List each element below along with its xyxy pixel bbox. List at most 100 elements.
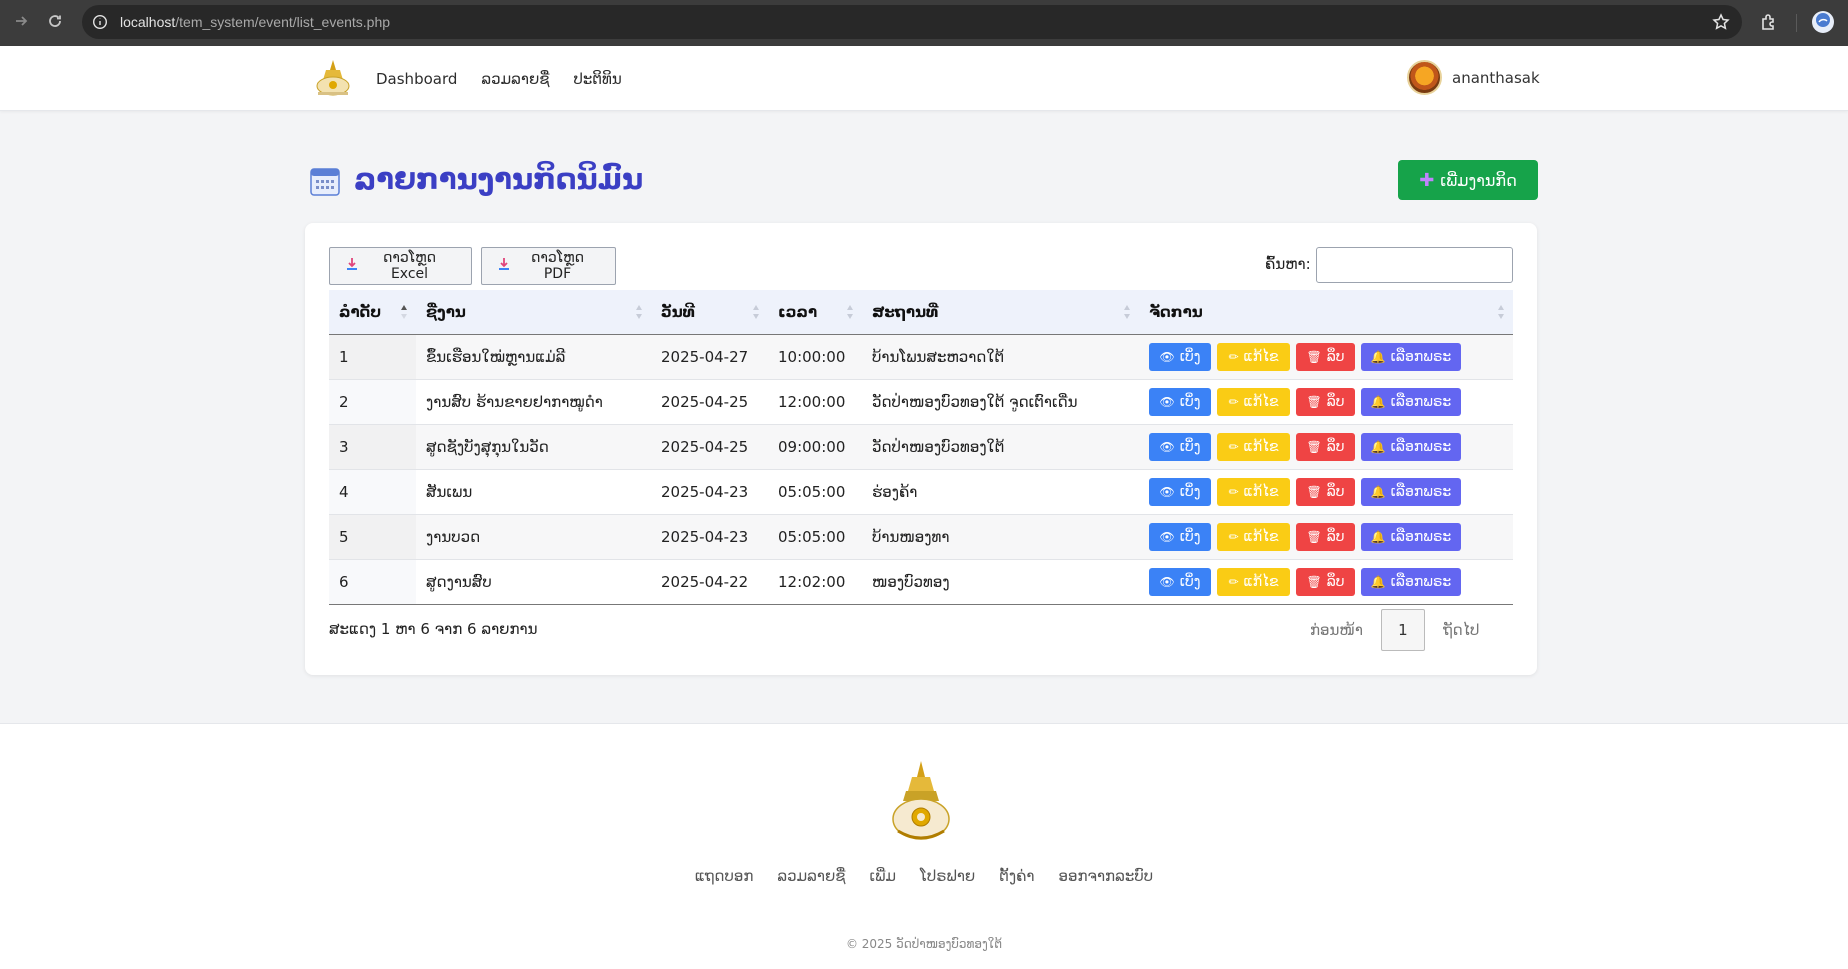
column-header-place[interactable]: ສະຖານທີ່ (862, 290, 1139, 335)
export-pdf-label: ດາວໂຫຼດ PDF (530, 250, 585, 282)
edit-button-label: ແກ້ໄຂ (1243, 393, 1279, 410)
cell-no: 4 (329, 469, 416, 514)
eye-icon: 👁 (1159, 529, 1175, 544)
footer-link-profile[interactable]: ໂປຣຟາຍ (920, 867, 975, 885)
cell-actions: 👁 ເບິ່ງ ✏ ແກ້ໄຂ 🗑 ລຶບ 🔔 ເລືອກພຣະ (1139, 424, 1513, 469)
edit-button[interactable]: ✏ ແກ້ໄຂ (1217, 432, 1290, 461)
select-monk-button[interactable]: 🔔 ເລືອກພຣະ (1361, 477, 1461, 506)
view-button-label: ເບິ່ງ (1179, 393, 1201, 410)
reload-button[interactable] (42, 10, 68, 36)
main-menu: Dashboard ລວມລາຍຊື່ ປະຕິທິນ (376, 46, 622, 111)
cell-actions: 👁 ເບິ່ງ ✏ ແກ້ໄຂ 🗑 ລຶບ 🔔 ເລືອກພຣະ (1139, 469, 1513, 514)
table-row: 4 ສັນເພນ 2025-04-23 05:05:00 ຮ່ອງຄ້າ 👁 ເບິ່ງ ✏ ແ… (329, 469, 1513, 514)
column-header-name[interactable]: ຊື່ງານ (416, 290, 651, 335)
sort-icon (753, 305, 759, 319)
bell-icon: 🔔 (1370, 574, 1386, 589)
footer-link-logout[interactable]: ອອກຈາກລະບົບ (1059, 867, 1154, 885)
select-monk-button-label: ເລືອກພຣະ (1390, 573, 1452, 590)
toolbar-divider (1796, 14, 1797, 32)
delete-button[interactable]: 🗑 ລຶບ (1296, 432, 1355, 461)
site-info-icon[interactable] (92, 14, 108, 30)
delete-button[interactable]: 🗑 ລຶບ (1296, 387, 1355, 416)
edit-button[interactable]: ✏ ແກ້ໄຂ (1217, 477, 1290, 506)
select-monk-button-label: ເລືອກພຣະ (1390, 483, 1452, 500)
footer-link-settings[interactable]: ຕັ້ງຄ່າ (999, 867, 1034, 885)
bell-icon: 🔔 (1370, 529, 1386, 544)
select-monk-button[interactable]: 🔔 ເລືອກພຣະ (1361, 522, 1461, 551)
cell-actions: 👁 ເບິ່ງ ✏ ແກ້ໄຂ 🗑 ລຶບ 🔔 ເລືອກພຣະ (1139, 334, 1513, 379)
column-header-actions[interactable]: ຈັດການ (1139, 290, 1513, 335)
edit-button[interactable]: ✏ ແກ້ໄຂ (1217, 567, 1290, 596)
sort-asc-icon (401, 305, 407, 319)
select-monk-button-label: ເລືອກພຣະ (1390, 528, 1452, 545)
view-button[interactable]: 👁 ເບິ່ງ (1149, 432, 1211, 461)
row-actions: 👁 ເບິ່ງ ✏ ແກ້ໄຂ 🗑 ລຶບ 🔔 ເລືອກພຣະ (1149, 522, 1503, 551)
pagination-current-page[interactable]: 1 (1380, 609, 1425, 651)
username: ananthasak (1452, 68, 1540, 87)
footer-link-dashboard[interactable]: ແຖດບອກ (695, 867, 754, 885)
user-menu[interactable]: ananthasak (1407, 60, 1540, 95)
nav-calendar[interactable]: ປະຕິທິນ (574, 70, 622, 88)
pagination-next[interactable]: ຖັດໄປ (1443, 621, 1479, 639)
cell-name: ງານບວດ (426, 527, 481, 546)
select-monk-button[interactable]: 🔔 ເລືອກພຣະ (1361, 387, 1461, 416)
pencil-icon: ✏ (1228, 394, 1239, 409)
edit-button-label: ແກ້ໄຂ (1243, 348, 1279, 365)
column-header-label: ເວລາ (778, 302, 818, 321)
profile-avatar[interactable] (1812, 11, 1834, 33)
temple-logo[interactable] (312, 58, 354, 98)
cell-date: 2025-04-25 (661, 437, 749, 456)
row-actions: 👁 ເບິ່ງ ✏ ແກ້ໄຂ 🗑 ລຶບ 🔔 ເລືອກພຣະ (1149, 432, 1503, 461)
cell-place: ບ້ານໜອງທາ (872, 527, 950, 546)
nav-dashboard[interactable]: Dashboard (376, 70, 457, 88)
view-button[interactable]: 👁 ເບິ່ງ (1149, 342, 1211, 371)
edit-button[interactable]: ✏ ແກ້ໄຂ (1217, 522, 1290, 551)
column-header-time[interactable]: ເວລາ (768, 290, 862, 335)
view-button[interactable]: 👁 ເບິ່ງ (1149, 522, 1211, 551)
site-footer: ແຖດບອກ ລວມລາຍຊື່ ເພີ່ມ ໂປຣຟາຍ ຕັ້ງຄ່າ ອອ… (0, 723, 1848, 969)
bookmark-star-icon[interactable] (1712, 13, 1730, 35)
column-header-date[interactable]: ວັນທີ (651, 290, 768, 335)
export-excel-button[interactable]: ດາວໂຫຼດ Excel (329, 247, 472, 285)
row-actions: 👁 ເບິ່ງ ✏ ແກ້ໄຂ 🗑 ລຶບ 🔔 ເລືອກພຣະ (1149, 342, 1503, 371)
bell-icon: 🔔 (1370, 439, 1386, 454)
nav-member-list[interactable]: ລວມລາຍຊື່ (481, 70, 549, 88)
table-header-row: ລໍາດັບ ຊື່ງານ ວັນທີ ເວລາ ສະຖານທີ່ ຈັດການ (329, 290, 1513, 335)
cell-place: ຮ່ອງຄ້າ (872, 482, 918, 501)
eye-icon: 👁 (1159, 484, 1175, 499)
delete-button[interactable]: 🗑 ລຶບ (1296, 342, 1355, 371)
view-button[interactable]: 👁 ເບິ່ງ (1149, 387, 1211, 416)
delete-button[interactable]: 🗑 ລຶບ (1296, 477, 1355, 506)
edit-button[interactable]: ✏ ແກ້ໄຂ (1217, 387, 1290, 416)
column-header-no[interactable]: ລໍາດັບ (329, 290, 416, 335)
export-pdf-button[interactable]: ດາວໂຫຼດ PDF (481, 247, 616, 285)
address-bar[interactable]: localhost/tem_system/event/list_events.p… (82, 5, 1742, 39)
export-excel-label: ດາວໂຫຼດ Excel (382, 250, 437, 282)
cell-time: 05:05:00 (778, 482, 846, 501)
view-button[interactable]: 👁 ເບິ່ງ (1149, 567, 1211, 596)
delete-button-label: ລຶບ (1326, 438, 1345, 455)
pagination-previous[interactable]: ກ່ອນໜ້າ (1310, 621, 1363, 639)
trash-icon: 🗑 (1306, 394, 1322, 409)
select-monk-button[interactable]: 🔔 ເລືອກພຣະ (1361, 342, 1461, 371)
add-event-label: ເພີ່ມງານກິດ (1440, 170, 1517, 190)
sort-icon (1498, 305, 1504, 319)
row-actions: 👁 ເບິ່ງ ✏ ແກ້ໄຂ 🗑 ລຶບ 🔔 ເລືອກພຣະ (1149, 567, 1503, 596)
delete-button[interactable]: 🗑 ລຶບ (1296, 567, 1355, 596)
extensions-icon[interactable] (1758, 11, 1780, 37)
footer-link-members[interactable]: ລວມລາຍຊື່ (777, 867, 845, 885)
footer-link-add[interactable]: ເພີ່ມ (870, 867, 896, 885)
cell-name: ຂຶ້ນເຮືອນໃໝ່ຫຼານແມ່ລີ (426, 347, 566, 366)
delete-button[interactable]: 🗑 ລຶບ (1296, 522, 1355, 551)
edit-button[interactable]: ✏ ແກ້ໄຂ (1217, 342, 1290, 371)
search-input[interactable] (1316, 247, 1513, 283)
cell-name: ສັນເພນ (426, 482, 473, 501)
select-monk-button[interactable]: 🔔 ເລືອກພຣະ (1361, 432, 1461, 461)
cell-no: 2 (329, 379, 416, 424)
back-button[interactable] (8, 10, 34, 36)
delete-button-label: ລຶບ (1326, 483, 1345, 500)
view-button[interactable]: 👁 ເບິ່ງ (1149, 477, 1211, 506)
cell-time: 12:00:00 (778, 392, 846, 411)
select-monk-button[interactable]: 🔔 ເລືອກພຣະ (1361, 567, 1461, 596)
add-event-button[interactable]: ✚ ເພີ່ມງານກິດ (1398, 160, 1538, 200)
